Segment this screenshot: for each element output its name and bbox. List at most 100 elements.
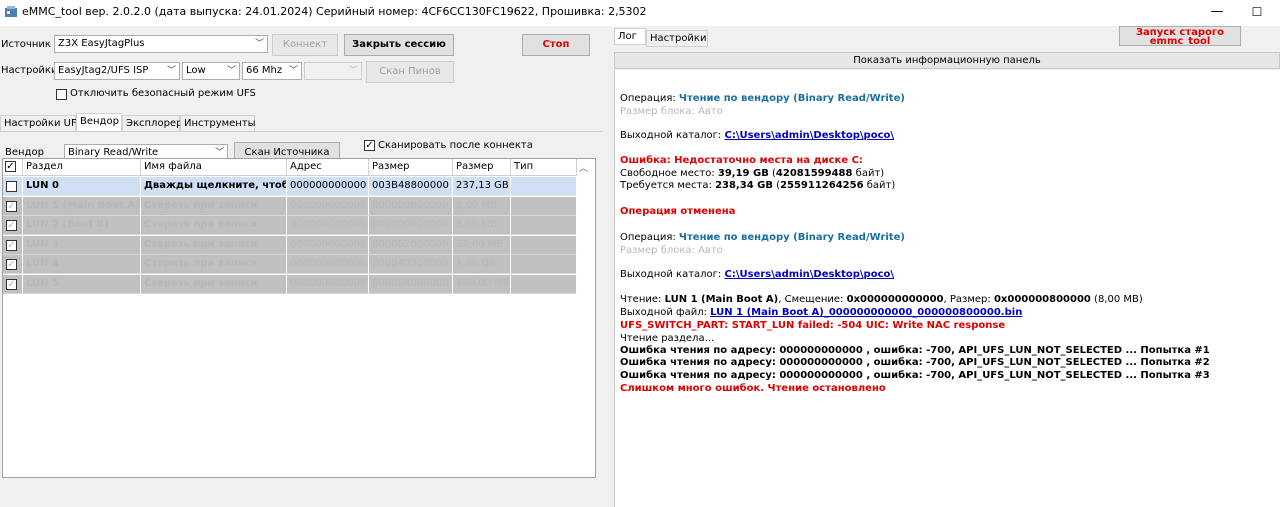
cell-type bbox=[511, 274, 577, 294]
vendor-select-value: Binary Read/Write bbox=[68, 147, 159, 158]
row-checkbox[interactable]: ✓ bbox=[6, 239, 17, 251]
source-label: Источник bbox=[1, 39, 51, 50]
chevron-down-icon: ﹀ bbox=[288, 66, 298, 76]
header-filename[interactable]: Имя файла bbox=[141, 159, 287, 176]
chevron-down-icon: ﹀ bbox=[348, 66, 358, 76]
chevron-down-icon: ﹀ bbox=[254, 39, 264, 49]
cell-type bbox=[511, 196, 577, 216]
row-checkbox-cell: ✓ bbox=[3, 216, 23, 235]
header-type[interactable]: Тип bbox=[511, 159, 577, 176]
row-checkbox-cell: ✓ bbox=[3, 255, 23, 274]
partition-grid: ✓ Раздел Имя файла Адрес Размер Размер Т… bbox=[2, 158, 596, 478]
extra-select[interactable]: ﹀ bbox=[304, 62, 362, 80]
cell-partition: LUN 0 bbox=[23, 177, 141, 196]
output-dir-link[interactable]: C:\Users\admin\Desktop\poco\ bbox=[724, 130, 894, 141]
row-checkbox-cell: ✓ bbox=[3, 196, 23, 216]
log-line: Слишком много ошибок. Чтение остановлено bbox=[620, 383, 886, 394]
close-session-button[interactable]: Закрыть сессию bbox=[344, 34, 454, 56]
maximize-button[interactable]: ☐ bbox=[1246, 2, 1268, 22]
cell-address: 000000000000 bbox=[287, 255, 369, 274]
cell-size: 8,00 MB bbox=[453, 216, 511, 235]
cell-filename: Стереть при записи bbox=[141, 216, 287, 235]
table-row[interactable]: ✓ LUN 1 (Main Boot A) Стереть при записи 00… bbox=[3, 196, 577, 216]
table-row[interactable]: ✓ LUN 5 Стереть при записи 000000000000 0000… bbox=[3, 274, 577, 294]
settings-label: Настройки bbox=[1, 65, 58, 76]
mode-select[interactable]: EasyJtag2/UFS ISP ﹀ bbox=[54, 62, 180, 80]
cell-size-hex: 000000800000 bbox=[369, 216, 453, 235]
log-line: UFS_SWITCH_PART: START_LUN failed: -504 … bbox=[620, 320, 1006, 331]
level-select[interactable]: Low ﹀ bbox=[182, 62, 240, 80]
safe-mode-label: Отключить безопасный режим UFS bbox=[70, 88, 256, 99]
header-partition[interactable]: Раздел bbox=[23, 159, 141, 176]
log-line: Выходной файл: LUN 1 (Main Boot A)_00000… bbox=[620, 307, 1023, 318]
title-bar: eMMC_tool вер. 2.0.2.0 (дата выпуска: 24… bbox=[0, 0, 1280, 24]
cell-size: 160,00 MB bbox=[453, 274, 511, 294]
log-line: Требуется места: 238,34 GB (255911264256… bbox=[620, 180, 896, 191]
log-line: Выходной каталог: C:\Users\admin\Desktop… bbox=[620, 269, 895, 280]
cell-size-hex: 003B48800000 bbox=[369, 177, 453, 196]
row-checkbox-cell bbox=[3, 177, 23, 196]
show-info-panel-bar[interactable]: Показать информационную панель bbox=[614, 52, 1280, 69]
source-select[interactable]: Z3X EasyJtagPlus ﹀ bbox=[54, 35, 268, 53]
cell-partition: LUN 1 (Main Boot A) bbox=[23, 196, 141, 216]
row-checkbox[interactable]: ✓ bbox=[6, 259, 17, 270]
header-checkbox-cell: ✓ bbox=[3, 159, 23, 176]
tab-divider bbox=[0, 131, 603, 132]
tab-right-settings[interactable]: Настройки bbox=[646, 30, 708, 47]
cell-filename: Стереть при записи bbox=[141, 255, 287, 274]
row-checkbox[interactable] bbox=[6, 181, 17, 192]
cell-size-hex: 000040000000 bbox=[369, 255, 453, 274]
log-line: Выходной каталог: C:\Users\admin\Desktop… bbox=[620, 130, 895, 141]
frequency-select[interactable]: 66 Mhz ﹀ bbox=[242, 62, 302, 80]
cell-size-hex: 00000A000000 bbox=[369, 274, 453, 294]
tab-log[interactable]: Лог bbox=[614, 28, 646, 45]
safe-mode-checkbox[interactable] bbox=[56, 89, 67, 100]
launch-old-emmc-tool-button[interactable]: Запуск старого emmc_tool bbox=[1119, 26, 1241, 46]
cell-type bbox=[511, 216, 577, 235]
row-checkbox[interactable]: ✓ bbox=[6, 278, 17, 290]
app-icon bbox=[4, 5, 18, 19]
table-row[interactable]: LUN 0Дважды щелкните, чтобы д00000000000… bbox=[3, 177, 577, 196]
log-line: Ошибка чтения по адресу: 000000000000 , … bbox=[620, 345, 1210, 356]
output-file-link[interactable]: LUN 1 (Main Boot A)_000000000000_0000008… bbox=[710, 307, 1022, 318]
cell-size: 237,13 GB bbox=[453, 177, 511, 196]
tab-explorer[interactable]: Эксплорер bbox=[122, 115, 182, 132]
tab-tools[interactable]: Инструменты bbox=[180, 115, 256, 132]
log-line: Размер блока: Авто bbox=[620, 245, 723, 256]
level-select-value: Low bbox=[186, 65, 206, 76]
log-line: Свободное место: 39,19 GB (42081599488 б… bbox=[620, 168, 885, 179]
header-address[interactable]: Адрес bbox=[287, 159, 369, 176]
cell-size: 8,00 MB bbox=[453, 196, 511, 216]
scan-after-connect-checkbox[interactable]: ✓ bbox=[364, 140, 375, 151]
cell-filename: Стереть при записи bbox=[141, 235, 287, 255]
source-select-value: Z3X EasyJtagPlus bbox=[58, 38, 145, 49]
scroll-up-icon[interactable]: ︿ bbox=[579, 161, 588, 174]
table-row[interactable]: ✓ LUN 2 (Boot B) Стереть при записи 0000000… bbox=[3, 216, 577, 235]
chevron-down-icon: ﹀ bbox=[166, 66, 176, 76]
scan-pins-button[interactable]: Скан Пинов bbox=[366, 61, 454, 83]
header-size[interactable]: Размер bbox=[453, 159, 511, 176]
row-checkbox[interactable]: ✓ bbox=[6, 200, 17, 212]
tab-ufs-settings[interactable]: Настройки UFS bbox=[0, 115, 83, 132]
log-line: Размер блока: Авто bbox=[620, 106, 723, 117]
cell-address: 000000000000 bbox=[287, 177, 369, 196]
panel-splitter[interactable] bbox=[603, 26, 611, 507]
cell-type bbox=[511, 235, 577, 255]
output-dir-link[interactable]: C:\Users\admin\Desktop\poco\ bbox=[724, 269, 894, 280]
minimize-button[interactable]: — bbox=[1206, 2, 1228, 22]
row-checkbox-cell: ✓ bbox=[3, 235, 23, 255]
log-line: Ошибка чтения по адресу: 000000000000 , … bbox=[620, 357, 1210, 368]
table-row[interactable]: ✓ LUN 3 Стереть при записи 000000000000 0000… bbox=[3, 235, 577, 255]
connect-button[interactable]: Коннект bbox=[272, 34, 338, 56]
table-row[interactable]: ✓ LUN 4 Стереть при записи 000000000000 0000… bbox=[3, 255, 577, 274]
cell-filename: Дважды щелкните, чтобы д bbox=[141, 177, 287, 196]
tab-vendor[interactable]: Вендор bbox=[76, 113, 122, 132]
window-title: eMMC_tool вер. 2.0.2.0 (дата выпуска: 24… bbox=[22, 5, 647, 18]
header-size-hex[interactable]: Размер bbox=[369, 159, 453, 176]
log-line: Операция: Чтение по вендору (Binary Read… bbox=[620, 232, 905, 243]
header-checkbox[interactable]: ✓ bbox=[5, 161, 16, 172]
cell-size: 32,00 MB bbox=[453, 235, 511, 255]
row-checkbox[interactable]: ✓ bbox=[6, 220, 17, 231]
cell-size: 1,00 GB bbox=[453, 255, 511, 274]
stop-button[interactable]: Стоп bbox=[522, 34, 590, 56]
